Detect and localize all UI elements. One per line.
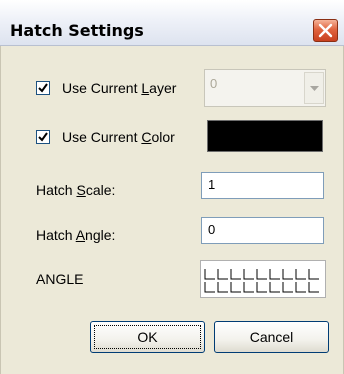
- chevron-down-icon: [310, 86, 319, 91]
- angle-pattern-preview-icon: [204, 269, 319, 293]
- use-current-layer-label: Use Current Layer: [62, 80, 177, 96]
- focus-rectangle: [94, 325, 201, 349]
- hatch-scale-label: Hatch Scale:: [36, 182, 116, 198]
- color-swatch-button[interactable]: [207, 120, 323, 152]
- layer-dropdown-button[interactable]: [304, 72, 324, 104]
- checkmark-icon: [38, 132, 48, 142]
- title-bar[interactable]: Hatch Settings: [0, 0, 344, 46]
- cancel-button[interactable]: Cancel: [214, 321, 329, 353]
- pattern-name-label: ANGLE: [36, 271, 84, 287]
- hatch-angle-input[interactable]: 0: [201, 217, 324, 244]
- ok-button[interactable]: OK: [90, 321, 205, 353]
- hatch-angle-label: Hatch Angle:: [36, 227, 116, 243]
- use-current-layer-checkbox[interactable]: [36, 81, 50, 95]
- checkmark-icon: [38, 83, 48, 93]
- dialog-title: Hatch Settings: [10, 21, 144, 40]
- close-icon: [318, 23, 333, 38]
- close-button[interactable]: [313, 19, 338, 42]
- use-current-color-label: Use Current Color: [62, 129, 175, 145]
- cancel-button-label: Cancel: [249, 329, 294, 345]
- use-current-color-checkbox[interactable]: [36, 130, 50, 144]
- pattern-preview-button[interactable]: [200, 260, 326, 298]
- layer-combobox[interactable]: 0: [204, 69, 326, 107]
- hatch-scale-input[interactable]: 1: [201, 172, 324, 199]
- layer-combobox-value: 0: [210, 76, 218, 91]
- hatch-settings-dialog: Hatch Settings Use Current Layer 0 Use C…: [0, 0, 344, 374]
